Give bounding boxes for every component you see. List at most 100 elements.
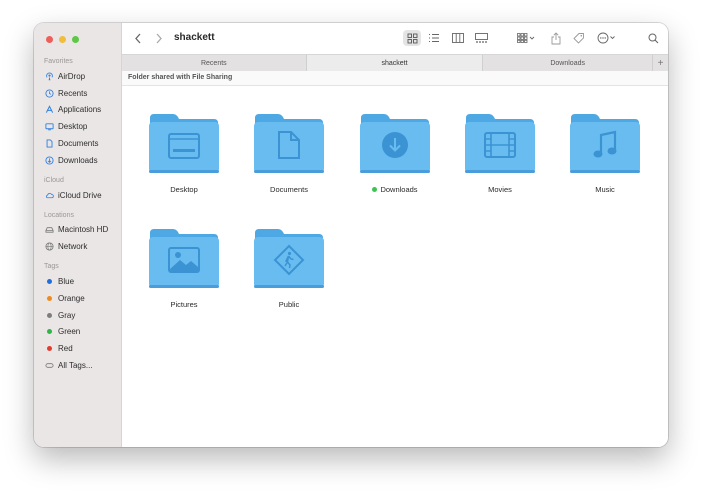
harddrive-icon [45, 225, 54, 234]
folder-name: Music [595, 185, 615, 194]
share-button[interactable] [549, 29, 563, 47]
sidebar-item-airdrop[interactable]: AirDrop [34, 68, 121, 85]
sidebar-item-label: Red [58, 344, 73, 354]
shared-folder-banner: Folder shared with File Sharing [122, 71, 668, 86]
tags-button[interactable] [572, 30, 586, 46]
traffic-lights [46, 36, 79, 43]
sidebar-item-label: AirDrop [58, 71, 86, 81]
folder-label: Documents [270, 185, 308, 194]
back-button[interactable] [132, 31, 144, 45]
sidebar-tag-green[interactable]: Green [34, 324, 121, 341]
folder-icon [253, 112, 325, 174]
folder-name: Desktop [170, 185, 198, 194]
sidebar-item-label: Downloads [58, 155, 98, 165]
tab-recents[interactable]: Recents [122, 55, 307, 71]
close-button[interactable] [46, 36, 53, 43]
chevron-right-icon [156, 33, 162, 43]
folder-name: Pictures [170, 300, 198, 309]
sidebar-item-applications[interactable]: Applications [34, 102, 121, 119]
sidebar-item-recents[interactable]: Recents [34, 85, 121, 102]
sidebar-item-label: Documents [58, 139, 99, 149]
orange-tag-dot-icon [45, 294, 54, 303]
film-glyph-icon [484, 132, 516, 158]
folder-music[interactable]: Music [560, 112, 650, 194]
sidebar-item-label: Desktop [58, 122, 88, 132]
list-view-button[interactable] [425, 30, 443, 46]
main-pane: shackett Recents shackett Downloads + Fo… [122, 23, 668, 447]
columns-icon [452, 33, 464, 43]
folder-icon [148, 112, 220, 174]
gray-tag-dot-icon [45, 311, 54, 320]
search-button[interactable] [646, 30, 660, 46]
sidebar-item-downloads[interactable]: Downloads [34, 152, 121, 169]
sidebar-item-label: Network [58, 242, 88, 252]
sidebar-list: Favorites AirDrop Recents Applications D… [34, 55, 121, 374]
desktop-icon [45, 122, 54, 131]
document-icon [45, 139, 54, 148]
folder-documents[interactable]: Documents [244, 112, 334, 194]
minimize-button[interactable] [59, 36, 66, 43]
picture-glyph-icon [168, 247, 200, 273]
folder-name: Public [278, 300, 300, 309]
sidebar-item-label: All Tags... [58, 361, 93, 371]
sidebar-item-desktop[interactable]: Desktop [34, 118, 121, 135]
zoom-button[interactable] [72, 36, 79, 43]
tag-icon [573, 33, 584, 44]
share-icon [551, 31, 561, 44]
folder-name: Movies [488, 185, 512, 194]
folder-movies[interactable]: Movies [455, 112, 545, 194]
group-grid-chevron-icon [517, 33, 535, 43]
document-glyph-icon [278, 131, 300, 159]
folder-label: Music [595, 185, 615, 194]
sidebar-tag-red[interactable]: Red [34, 340, 121, 357]
applications-icon [45, 105, 54, 114]
sidebar-tag-gray[interactable]: Gray [34, 307, 121, 324]
new-tab-button[interactable]: + [653, 55, 668, 71]
sidebar-tag-blue[interactable]: Blue [34, 273, 121, 290]
folder-public[interactable]: Public [244, 227, 334, 309]
tab-bar: Recents shackett Downloads + [122, 54, 668, 72]
folder-label: Public [279, 300, 299, 309]
tab-shackett[interactable]: shackett [306, 55, 484, 71]
gallery-view-button[interactable] [472, 30, 490, 46]
column-view-button[interactable] [449, 30, 467, 46]
sidebar-item-label: Macintosh HD [58, 225, 109, 235]
icon-view-button[interactable] [403, 30, 421, 46]
group-by-button[interactable] [515, 30, 539, 46]
tag-outline-icon [45, 361, 54, 370]
sidebar: Favorites AirDrop Recents Applications D… [34, 23, 122, 447]
finder-window: Favorites AirDrop Recents Applications D… [34, 23, 668, 447]
folder-label: Pictures [170, 300, 197, 309]
sidebar-item-label: Applications [58, 105, 102, 115]
sidebar-item-network[interactable]: Network [34, 238, 121, 255]
red-tag-dot-icon [45, 344, 54, 353]
list-icon [429, 34, 439, 42]
folder-label: Desktop [170, 185, 198, 194]
folder-downloads[interactable]: Downloads [350, 112, 440, 194]
folder-label: Movies [488, 185, 512, 194]
download-glyph-icon [382, 132, 408, 158]
sidebar-item-macintosh-hd[interactable]: Macintosh HD [34, 222, 121, 239]
sidebar-item-icloud-drive[interactable]: iCloud Drive [34, 187, 121, 204]
sidebar-item-all-tags[interactable]: All Tags... [34, 357, 121, 374]
sidebar-item-label: Gray [58, 310, 76, 320]
blue-tag-dot-icon [45, 277, 54, 286]
forward-button[interactable] [153, 31, 165, 45]
action-menu-button[interactable] [596, 30, 618, 46]
sidebar-heading-tags: Tags [44, 263, 59, 271]
download-icon [45, 156, 54, 165]
folder-icon [464, 112, 536, 174]
toolbar: shackett [122, 23, 668, 54]
sidebar-item-label: Blue [58, 277, 75, 287]
folder-desktop[interactable]: Desktop [139, 112, 229, 194]
sidebar-item-documents[interactable]: Documents [34, 135, 121, 152]
chevron-left-icon [135, 33, 141, 43]
gallery-icon [474, 33, 488, 43]
folder-icon [253, 227, 325, 289]
folder-label: Downloads [372, 185, 418, 194]
folder-pictures[interactable]: Pictures [139, 227, 229, 309]
folder-icon [569, 112, 641, 174]
sidebar-tag-orange[interactable]: Orange [34, 290, 121, 307]
search-icon [648, 33, 658, 43]
tab-downloads[interactable]: Downloads [483, 55, 654, 71]
